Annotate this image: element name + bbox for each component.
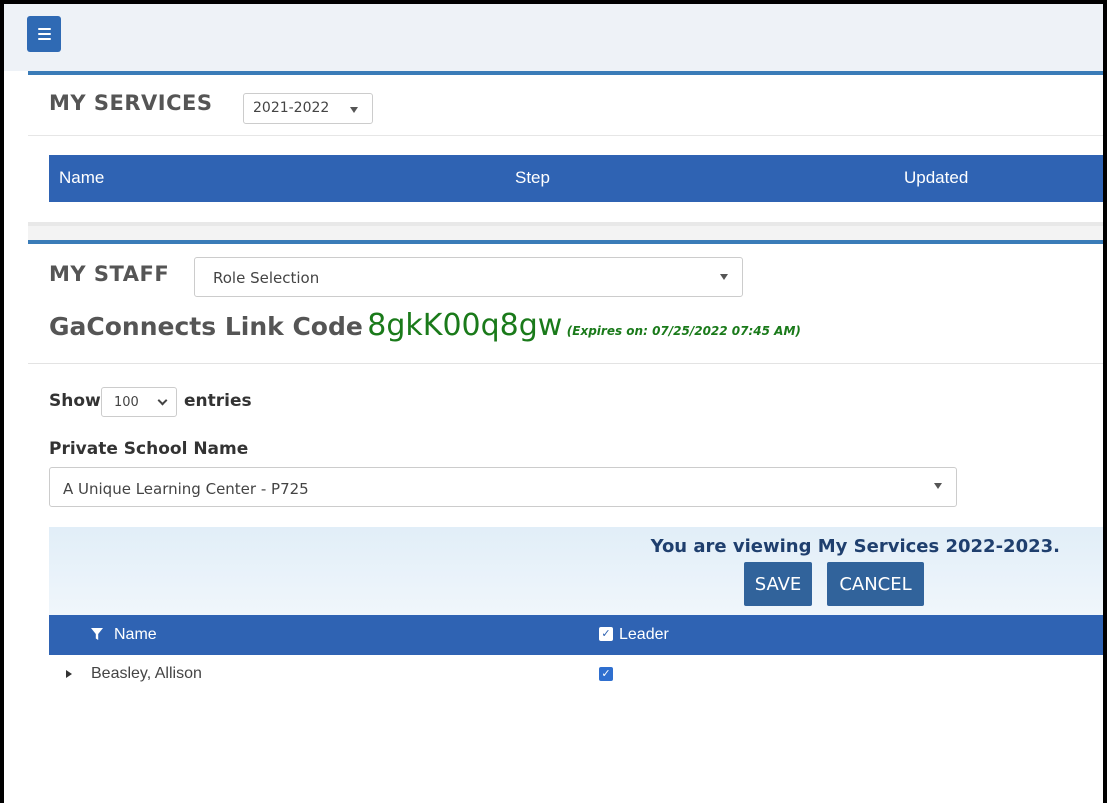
caret-down-icon (934, 483, 942, 489)
link-code-value: 8gkK00q8gw (367, 308, 563, 343)
link-code-row: GaConnects Link Code 8gkK00q8gw (Expires… (49, 308, 801, 343)
entries-label: entries (184, 391, 252, 411)
my-staff-title: MY STAFF (49, 262, 170, 286)
role-selection-placeholder: Role Selection (213, 269, 320, 287)
staff-grid-header: Name ✓ Leader (49, 615, 1103, 655)
expand-row-icon[interactable] (66, 670, 72, 678)
menu-toggle-button[interactable] (27, 16, 61, 52)
column-header-updated[interactable]: Updated (904, 168, 968, 188)
link-code-expiry: (Expires on: 07/25/2022 07:45 AM) (566, 324, 801, 338)
entries-value: 100 (114, 395, 139, 410)
staff-name-cell: Beasley, Allison (91, 665, 202, 682)
section-divider (28, 363, 1103, 364)
year-select-value: 2021-2022 (253, 100, 330, 116)
app-frame: MY SERVICES 2021-2022 Name Step Updated … (0, 0, 1107, 803)
hamburger-icon (37, 28, 51, 30)
private-school-label: Private School Name (49, 439, 249, 459)
staff-grid: You are viewing My Services 2022-2023. S… (49, 527, 1103, 803)
top-bar (4, 4, 1103, 71)
link-code-label: GaConnects Link Code (49, 312, 363, 341)
cancel-button[interactable]: CANCEL (827, 562, 924, 606)
private-school-value: A Unique Learning Center - P725 (63, 480, 309, 498)
filter-icon[interactable] (90, 627, 104, 646)
caret-down-icon (720, 274, 728, 280)
private-school-dropdown[interactable]: A Unique Learning Center - P725 (49, 467, 957, 507)
my-services-header: MY SERVICES 2021-2022 (28, 75, 1103, 136)
show-label: Show (49, 391, 101, 411)
services-table-header: Name Step Updated (49, 155, 1103, 202)
viewing-notice: You are viewing My Services 2022-2023. (650, 536, 1060, 557)
my-services-title: MY SERVICES (49, 91, 213, 115)
chevron-down-icon (157, 395, 168, 406)
entries-per-page-select[interactable]: 100 (101, 387, 177, 417)
my-staff-panel: MY STAFF Role Selection GaConnects Link … (28, 240, 1103, 803)
role-selection-dropdown[interactable]: Role Selection (194, 257, 743, 297)
column-header-step[interactable]: Step (515, 168, 550, 188)
select-all-leader-checkbox[interactable]: ✓ (599, 627, 613, 641)
my-services-panel: MY SERVICES 2021-2022 Name Step Updated (28, 71, 1103, 226)
column-header-name[interactable]: Name (59, 168, 104, 188)
leader-checkbox[interactable]: ✓ (599, 667, 613, 681)
year-select[interactable]: 2021-2022 (243, 93, 373, 124)
grid-toolbar: You are viewing My Services 2022-2023. S… (49, 527, 1103, 615)
column-header-staff-name[interactable]: Name (114, 626, 157, 644)
column-header-leader[interactable]: Leader (619, 626, 669, 644)
caret-down-icon (350, 107, 358, 113)
panel-gap (28, 226, 1103, 240)
table-row: Beasley, Allison ✓ (49, 655, 1103, 695)
save-button[interactable]: SAVE (744, 562, 812, 606)
